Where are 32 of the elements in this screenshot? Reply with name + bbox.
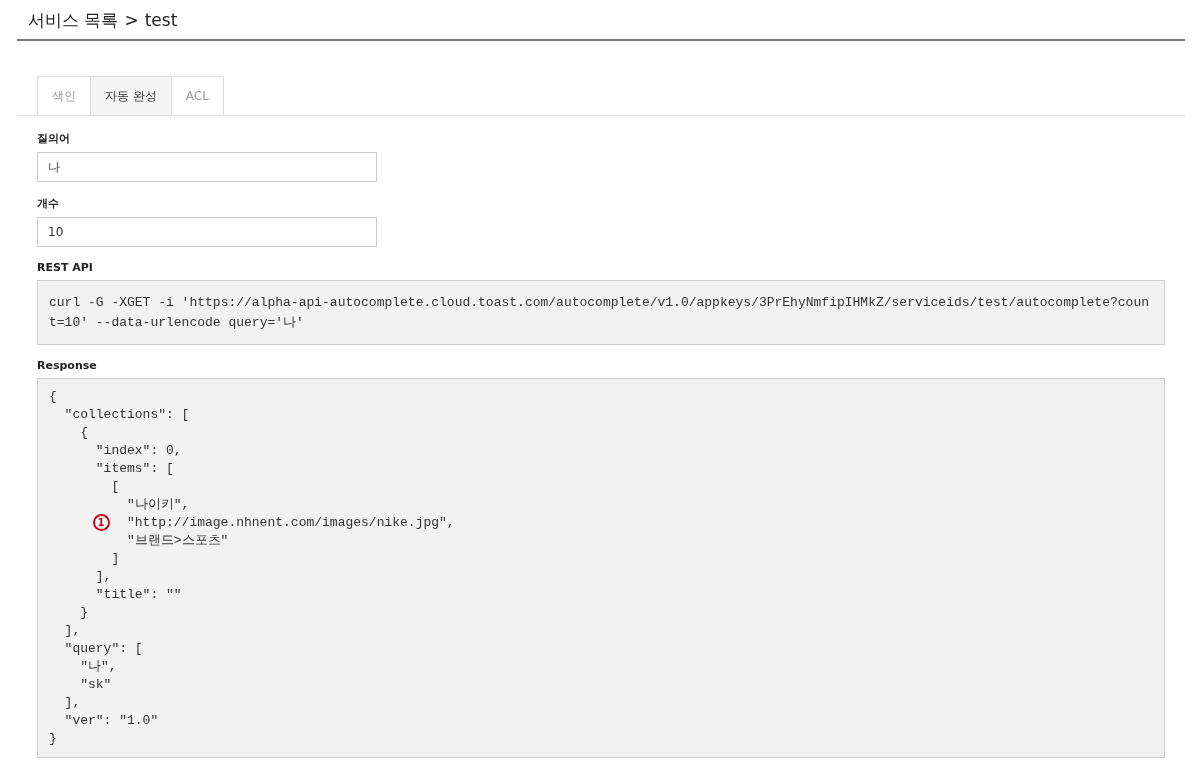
field-label: 개수 <box>37 196 60 211</box>
section-label: Response <box>37 359 98 372</box>
code-block: curl -G -XGET -i 'https://alpha-api-autocomplete.cloud.toast.com/autocomplete/v1.0/appkeys/3PrEhyNmfipIHMkZ/serviceids/test/autocomplete?count=10' --data-urlencode query='나' <box>37 280 1165 345</box>
code-line: { <box>49 389 57 404</box>
code-line: ], <box>64 623 81 638</box>
section-label: REST API <box>37 261 94 274</box>
field-label: 질의어 <box>37 131 71 146</box>
code-line: "title": "" <box>95 587 182 602</box>
code-line: ] <box>111 551 120 566</box>
breadcrumb-link[interactable]: 서비스 목록 <box>28 9 119 32</box>
code-line: "ver": "1.0" <box>64 713 159 728</box>
code-line: "sk" <box>80 677 112 692</box>
code-line: ], <box>95 569 112 584</box>
code-line: { <box>80 425 88 440</box>
input-field[interactable]: 나 <box>37 152 377 182</box>
code-line: ], <box>64 695 81 710</box>
code-line: "query": [ <box>64 641 143 656</box>
code-line: } <box>80 605 88 620</box>
input-field[interactable]: 10 <box>37 217 377 247</box>
code-line: "index": 0, <box>95 443 182 458</box>
code-line: } <box>49 731 57 746</box>
code-line: "브랜드>스포츠" <box>127 533 229 548</box>
code-line: "http://image.nhnent.com/images/nike.jpg", <box>127 515 455 530</box>
tab[interactable]: 자동 완성 <box>90 76 172 115</box>
page-title: test <box>144 10 178 30</box>
callout-marker: 1 <box>92 514 110 531</box>
code-line: "나", <box>80 659 117 674</box>
breadcrumb-separator: > <box>124 10 139 30</box>
code-line: "items": [ <box>95 461 174 476</box>
code-line: [ <box>111 479 120 494</box>
code-line: "나이키", <box>127 497 190 512</box>
code-line: "collections": [ <box>64 407 190 422</box>
